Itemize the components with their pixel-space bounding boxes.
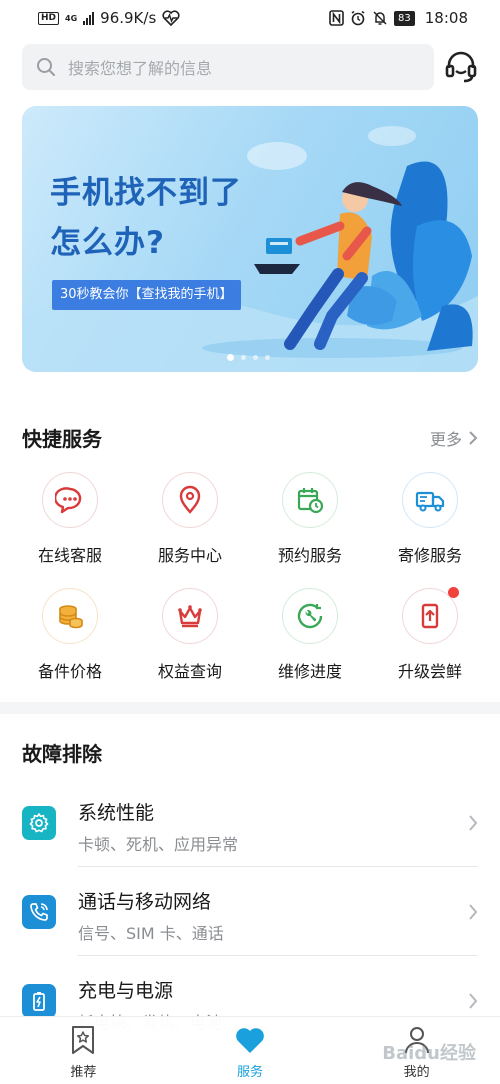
clock: 18:08 (424, 9, 468, 27)
tab-recommend[interactable]: 推荐 (0, 1017, 167, 1084)
banner-title-line2: 怎么办? (50, 225, 165, 261)
wrench-cycle-icon (282, 588, 338, 644)
watermark: Baidu经验 (382, 1043, 476, 1064)
net-type: 4G (65, 13, 78, 23)
quick-services-header: 快捷服务 更多 (22, 423, 478, 452)
service-beta-upgrade[interactable]: 升级尝鲜 (370, 587, 490, 682)
signal-icon (83, 11, 95, 25)
list-item[interactable]: 通话与移动网络 信号、SIM 卡、通话 (0, 867, 500, 956)
hd-badge: HD (38, 11, 60, 25)
carousel-dot (265, 355, 270, 360)
phone-upgrade-icon (402, 587, 459, 644)
nfc-icon (329, 10, 344, 26)
troubleshooting-title: 故障排除 (22, 742, 102, 766)
status-bar: HD 4G 96.9K/s 83 18:08 (0, 0, 500, 36)
bookmark-star-icon (72, 1026, 95, 1054)
battery-level: 83 (394, 10, 415, 26)
chevron-right-icon (469, 903, 478, 920)
nav-label: 推荐 (70, 1065, 97, 1080)
crown-icon (162, 588, 218, 644)
carousel-dots (227, 354, 270, 361)
carousel-dot (241, 355, 246, 360)
banner-title: 手机找不到了 怎么办? (50, 168, 242, 268)
quick-services-grid: 在线客服 服务中心 预约服务 寄修服务 备件价格 权益查询 维修进度 升级尝鲜 (10, 472, 490, 682)
service-label: 在线客服 (37, 546, 102, 565)
notification-badge (448, 587, 459, 598)
battery-icon (22, 983, 56, 1018)
phone-call-icon (22, 894, 56, 929)
bottom-nav: 推荐 服务 我的 Baidu经验 (0, 1016, 500, 1084)
status-right: 83 18:08 (329, 9, 468, 27)
list-item-subtitle: 信号、SIM 卡、通话 (78, 924, 224, 943)
chevron-right-icon (469, 430, 478, 445)
more-label: 更多 (429, 429, 462, 449)
alarm-icon (351, 10, 365, 26)
chevron-right-icon (469, 992, 478, 1009)
gear-icon (22, 805, 56, 840)
service-label: 寄修服务 (397, 546, 462, 565)
service-appointment[interactable]: 预约服务 (250, 472, 370, 566)
list-item-text: 通话与移动网络 信号、SIM 卡、通话 (78, 887, 224, 944)
list-item-subtitle: 卡顿、死机、应用异常 (78, 835, 239, 854)
search-icon (37, 58, 55, 76)
calendar-clock-icon (282, 472, 338, 528)
service-benefits[interactable]: 权益查询 (130, 588, 250, 682)
service-online-support[interactable]: 在线客服 (10, 472, 130, 566)
carousel-dot-active (227, 354, 234, 361)
truck-icon (402, 472, 458, 528)
chevron-right-icon (469, 814, 478, 831)
service-label: 权益查询 (157, 662, 222, 681)
list-item-title: 通话与移动网络 (78, 891, 212, 913)
service-service-center[interactable]: 服务中心 (130, 472, 250, 566)
mute-icon (373, 11, 387, 25)
heart-icon (236, 1028, 264, 1053)
service-label: 升级尝鲜 (397, 662, 462, 681)
more-link[interactable]: 更多 (430, 426, 478, 450)
service-label: 备件价格 (37, 662, 102, 681)
heartbeat-icon (162, 10, 180, 26)
search-input[interactable]: 搜索您想了解的信息 (22, 44, 434, 90)
service-label: 服务中心 (157, 546, 222, 565)
list-item[interactable]: 系统性能 卡顿、死机、应用异常 (0, 778, 500, 867)
tab-service[interactable]: 服务 (167, 1017, 334, 1084)
location-pin-icon (162, 472, 218, 528)
nav-label: 服务 (237, 1065, 264, 1080)
troubleshooting-header: 故障排除 (22, 738, 478, 767)
service-label: 预约服务 (277, 546, 342, 565)
search-row: 搜索您想了解的信息 (22, 44, 478, 90)
service-mail-in-repair[interactable]: 寄修服务 (370, 472, 490, 566)
list-item-title: 系统性能 (78, 802, 155, 824)
quick-services-title: 快捷服务 (22, 427, 102, 451)
chat-bubble-icon (42, 472, 98, 528)
service-label: 维修进度 (277, 662, 342, 681)
promo-banner[interactable]: 手机找不到了 怎么办? 30秒教会你【查找我的手机】 (22, 106, 478, 372)
search-placeholder: 搜索您想了解的信息 (68, 59, 213, 78)
banner-title-line1: 手机找不到了 (50, 175, 242, 211)
section-divider (0, 702, 500, 714)
carousel-dot (253, 355, 258, 360)
banner-cta-button[interactable]: 30秒教会你【查找我的手机】 (52, 280, 241, 310)
headset-icon[interactable] (444, 50, 478, 84)
troubleshooting-list: 系统性能 卡顿、死机、应用异常 通话与移动网络 信号、SIM 卡、通话 充电与电… (0, 778, 500, 1045)
service-repair-progress[interactable]: 维修进度 (250, 588, 370, 682)
network-speed: 96.9K/s (100, 9, 157, 27)
coins-icon (42, 588, 98, 644)
list-item-title: 充电与电源 (78, 980, 174, 1002)
list-item-text: 系统性能 卡顿、死机、应用异常 (78, 798, 238, 855)
service-parts-price[interactable]: 备件价格 (10, 588, 130, 682)
status-left: HD 4G 96.9K/s (38, 9, 180, 27)
